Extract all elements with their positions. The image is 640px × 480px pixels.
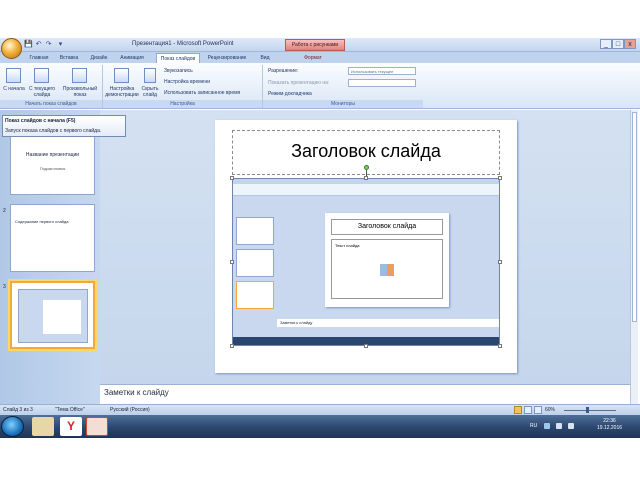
thumb-title: Название презентации [25, 152, 80, 158]
setup-show-icon[interactable] [114, 68, 129, 83]
thumb-screenshot [18, 289, 88, 343]
redo-icon[interactable]: ↷ [44, 41, 53, 49]
tooltip: Показ слайдов с начала (F5) Запуск показ… [2, 115, 126, 137]
insert-content-icon [380, 264, 394, 276]
zoom-slider[interactable] [564, 410, 616, 411]
status-bar: Слайд 3 из 3 "Тема Office" Русский (Росс… [0, 404, 640, 415]
minimize-button[interactable]: _ [600, 39, 612, 49]
embedded-screenshot-picture[interactable]: Заголовок слайда Текст слайда Заметки к … [232, 178, 500, 346]
vertical-scrollbar[interactable] [630, 110, 638, 404]
clock-time: 22:36 [603, 418, 616, 424]
flag-icon[interactable] [568, 423, 574, 429]
tab-review[interactable]: Рецензирование [202, 53, 252, 63]
selection-handle[interactable] [364, 176, 368, 180]
hide-slide-button[interactable]: Скрыть слайд [140, 86, 160, 98]
from-current-button[interactable]: С текущего слайда [26, 86, 58, 98]
customize-toolbar-icon[interactable]: ▾ [56, 41, 65, 49]
powerpoint-taskbar-icon[interactable] [86, 417, 108, 436]
resolution-combo[interactable]: Использовать текущее [348, 67, 416, 75]
slide-counter: Слайд 3 из 3 [3, 407, 33, 413]
show-on-combo[interactable] [348, 79, 416, 87]
maximize-button[interactable]: □ [612, 39, 624, 49]
group-label-monitors: Мониторы [263, 100, 423, 108]
tab-format[interactable]: Формат [298, 53, 328, 63]
tooltip-title: Показ слайдов с начала (F5) [5, 118, 76, 124]
play-from-current-icon[interactable] [34, 68, 49, 83]
thumb-text: Содержание первого слайда [15, 219, 69, 224]
selection-handle[interactable] [498, 260, 502, 264]
record-narration-option[interactable]: Звукозапись [164, 68, 193, 74]
slideshow-view-icon[interactable] [534, 406, 542, 414]
slide-thumbnail-3[interactable] [10, 281, 95, 349]
thumb-number: 2 [3, 208, 6, 214]
use-timings-checkbox[interactable]: Использовать записанное время [164, 90, 240, 96]
custom-show-button[interactable]: Произвольный показ [60, 86, 100, 98]
hide-slide-icon[interactable] [144, 68, 156, 83]
selection-handle[interactable] [498, 344, 502, 348]
group-label-setup: Настройка [103, 100, 262, 108]
tab-view[interactable]: Вид [256, 53, 274, 63]
group-label-start: Начать показ слайдов [0, 100, 102, 108]
start-button[interactable] [1, 416, 24, 437]
system-clock[interactable]: 22:36 19.12.2016 [597, 418, 622, 432]
office-button[interactable] [1, 38, 22, 59]
zoom-slider-thumb[interactable] [586, 407, 589, 413]
clock-date: 19.12.2016 [597, 425, 623, 431]
volume-icon[interactable] [556, 423, 562, 429]
selection-handle[interactable] [498, 176, 502, 180]
play-from-start-icon[interactable] [6, 68, 21, 83]
slide-thumbnail-2[interactable]: Содержание первого слайда [10, 204, 95, 272]
tab-slideshow[interactable]: Показ слайдов [156, 53, 200, 63]
presenter-view-checkbox[interactable]: Режим докладчика [268, 91, 312, 97]
tab-design[interactable]: Дизайн [86, 53, 112, 63]
language-indicator[interactable]: Русский (Россия) [110, 407, 150, 413]
notes-text[interactable]: Заметки к слайду [104, 388, 169, 397]
network-icon[interactable] [544, 423, 550, 429]
window-title: Презентация1 - Microsoft PowerPoint [132, 41, 234, 47]
setup-show-button[interactable]: Настройка демонстрации [104, 86, 140, 98]
from-start-button[interactable]: С начала [0, 86, 28, 92]
slide-thumbnail-1[interactable]: Название презентации Подзаголовок [10, 127, 95, 195]
inner-slide-title: Заголовок слайда [331, 219, 443, 235]
notes-pane[interactable] [100, 384, 630, 404]
zoom-level[interactable]: 60% [545, 407, 555, 413]
normal-view-icon[interactable] [514, 406, 522, 414]
resolution-label: Разрешение: [268, 68, 299, 74]
show-on-label: Показать презентацию на: [268, 80, 330, 86]
file-explorer-icon[interactable] [32, 417, 54, 436]
selection-handle[interactable] [230, 176, 234, 180]
close-button[interactable]: x [624, 39, 636, 49]
context-tab-picture-tools: Работа с рисунками [285, 39, 345, 51]
inner-slide-bullet: Текст слайда [335, 243, 360, 248]
scroll-thumb[interactable] [632, 112, 637, 322]
selection-handle[interactable] [230, 260, 234, 264]
slide-title[interactable]: Заголовок слайда [232, 141, 500, 162]
thumb-number: 3 [3, 284, 6, 290]
selection-handle[interactable] [364, 344, 368, 348]
tab-animation[interactable]: Анимация [116, 53, 148, 63]
rehearse-timings-option[interactable]: Настройка времени [164, 79, 210, 85]
undo-icon[interactable]: ↶ [34, 41, 43, 49]
custom-show-icon[interactable] [72, 68, 87, 83]
keyboard-language[interactable]: RU [530, 423, 537, 429]
selection-handle[interactable] [230, 344, 234, 348]
sorter-view-icon[interactable] [524, 406, 532, 414]
tab-insert[interactable]: Вставка [56, 53, 82, 63]
yandex-browser-icon[interactable]: Y [60, 417, 82, 436]
tab-home[interactable]: Главная [26, 53, 52, 63]
save-icon[interactable]: 💾 [24, 41, 33, 49]
tooltip-body: Запуск показа слайдов с первого слайда. [5, 128, 102, 134]
inner-notes: Заметки к слайду [277, 319, 499, 327]
thumb-subtitle: Подзаголовок [39, 166, 66, 171]
theme-name: "Тема Office" [55, 407, 85, 413]
